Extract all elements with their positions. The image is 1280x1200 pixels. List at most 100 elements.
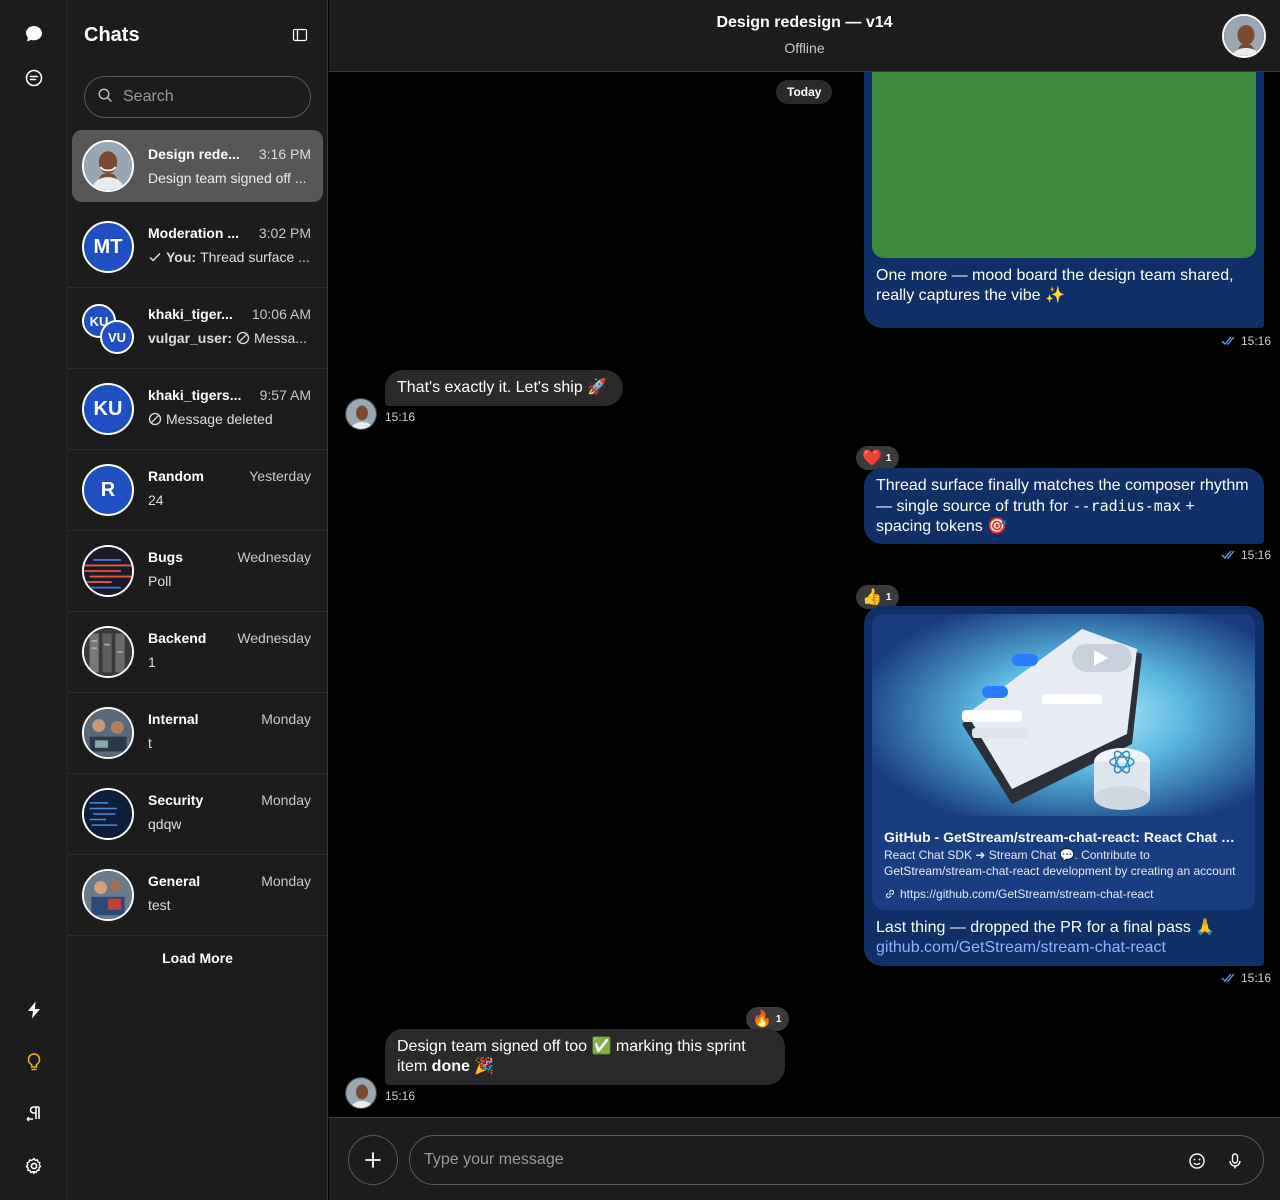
avatar <box>82 545 134 597</box>
threads-icon[interactable] <box>14 58 54 98</box>
channel-item-moderation[interactable]: MT Moderation ... 3:02 PM You: Thread su… <box>68 207 327 288</box>
channel-name: General <box>148 873 201 889</box>
message-incoming[interactable]: Design team signed off too ✅ marking thi… <box>385 1029 785 1085</box>
bolt-icon[interactable] <box>14 990 54 1030</box>
avatar-secondary: VU <box>100 320 134 354</box>
link-preview-card[interactable]: GitHub - GetStream/stream-chat-react: Re… <box>872 614 1255 910</box>
message-meta: 15:16 <box>1221 334 1271 348</box>
deleted-icon <box>148 412 162 426</box>
image-attachment[interactable] <box>872 72 1256 258</box>
channel-list: Chats Design rede... 3:16 PM Design team… <box>68 0 328 1200</box>
message-outgoing[interactable]: GitHub - GetStream/stream-chat-react: Re… <box>864 606 1264 966</box>
attach-button[interactable] <box>348 1135 398 1185</box>
load-more-button[interactable]: Load More <box>68 942 327 974</box>
message-list[interactable]: Today One more — mood board the design t… <box>329 72 1280 1117</box>
channel-item-security[interactable]: Security Monday qdqw <box>68 774 327 855</box>
channel-name: Design rede... <box>148 146 240 162</box>
channel-time: 9:57 AM <box>259 387 311 403</box>
channel-list-title: Chats <box>84 23 140 46</box>
lightbulb-icon[interactable] <box>14 1042 54 1082</box>
channel-time: Monday <box>261 711 311 727</box>
sidebar-toggle-icon[interactable] <box>288 23 312 47</box>
message-meta: 15:16 <box>1221 548 1271 562</box>
channel-preview: vulgar_user: Messa... <box>148 330 307 346</box>
message-text: Last thing — dropped the PR for a final … <box>876 918 1252 958</box>
avatar <box>82 788 134 840</box>
channel-item-random[interactable]: R Random Yesterday 24 <box>68 450 327 531</box>
channel-item-design-redesign[interactable]: Design rede... 3:16 PM Design team signe… <box>72 130 323 202</box>
link-icon <box>885 889 895 899</box>
text-direction-icon[interactable] <box>14 1094 54 1134</box>
chat-bubble-icon[interactable] <box>14 14 54 54</box>
channel-time: Monday <box>261 792 311 808</box>
channel-time: 10:06 AM <box>251 306 311 322</box>
channel-preview: t <box>148 735 152 751</box>
link-preview-description: React Chat SDK ➜ Stream Chat 💬. Contribu… <box>884 848 1236 878</box>
message-link[interactable]: github.com/GetStream/stream-chat-react <box>876 938 1252 958</box>
message-text: Design team signed off too ✅ marking thi… <box>397 1038 746 1075</box>
app-rail <box>0 0 68 1200</box>
avatar[interactable] <box>1222 14 1266 58</box>
channel-item-general[interactable]: General Monday test <box>68 855 327 936</box>
microphone-icon[interactable] <box>1223 1149 1247 1173</box>
avatar[interactable] <box>345 398 377 430</box>
avatar: MT <box>82 221 134 273</box>
channel-time: Yesterday <box>249 468 311 484</box>
channel-item-bugs[interactable]: Bugs Wednesday Poll <box>68 531 327 612</box>
message-outgoing[interactable]: Thread surface finally matches the compo… <box>864 468 1264 544</box>
chat-header: Design redesign — v14 Offline <box>329 0 1280 72</box>
message-input-box[interactable] <box>409 1135 1264 1185</box>
message-input[interactable] <box>424 1151 1164 1169</box>
reaction-badge[interactable]: 🔥 1 <box>746 1007 790 1031</box>
avatar: KU <box>82 383 134 435</box>
search-input[interactable] <box>123 88 293 106</box>
gear-icon[interactable] <box>14 1146 54 1186</box>
channel-name: Internal <box>148 711 199 727</box>
inline-code: --radius-max <box>1072 497 1181 515</box>
channel-name: khaki_tiger... <box>148 306 233 322</box>
channel-preview: 1 <box>148 654 156 670</box>
channel-name: Random <box>148 468 204 484</box>
channel-list-header: Chats <box>84 20 312 50</box>
channel-preview: Message deleted <box>148 411 310 427</box>
channel-name: Bugs <box>148 549 183 565</box>
avatar <box>82 707 134 759</box>
channel-preview: 24 <box>148 492 164 508</box>
link-preview-url[interactable]: https://github.com/GetStream/stream-chat… <box>884 884 1153 904</box>
double-check-icon <box>1221 336 1235 345</box>
emoji-icon[interactable] <box>1185 1149 1209 1173</box>
avatar: R <box>82 464 134 516</box>
channel-preview: test <box>148 897 171 913</box>
avatar <box>82 626 134 678</box>
channel-name: Moderation ... <box>148 225 239 241</box>
double-check-icon <box>1221 973 1235 982</box>
check-icon <box>149 252 161 262</box>
plus-icon <box>365 1152 381 1168</box>
message-text: Thread surface finally matches the compo… <box>876 477 1249 535</box>
link-preview-title[interactable]: GitHub - GetStream/stream-chat-react: Re… <box>884 827 1244 847</box>
search-icon <box>97 87 113 108</box>
channel-item-internal[interactable]: Internal Monday t <box>68 693 327 774</box>
avatar <box>82 869 134 921</box>
channel-name: Security <box>148 792 204 808</box>
avatar[interactable] <box>345 1077 377 1109</box>
channel-item-khaki-tiger-group[interactable]: KU VU khaki_tiger... 10:06 AM vulgar_use… <box>68 288 327 369</box>
message-incoming[interactable]: That's exactly it. Let's ship 🚀 <box>385 370 623 406</box>
channel-title: Design redesign — v14 <box>716 14 893 31</box>
channel-preview: Design team signed off ... <box>148 170 307 186</box>
message-text: One more — mood board the design team sh… <box>876 267 1234 304</box>
channel-preview: Poll <box>148 573 172 589</box>
search-box[interactable] <box>84 76 311 118</box>
message-time: 15:16 <box>385 410 416 424</box>
channel-item-khaki-tigers[interactable]: KU khaki_tigers... 9:57 AM Message delet… <box>68 369 327 450</box>
channel-time: 3:02 PM <box>258 225 311 241</box>
channel-time: Wednesday <box>237 630 311 646</box>
channel-name: khaki_tigers... <box>148 387 242 403</box>
channel-preview: qdqw <box>148 816 182 832</box>
channel-time: Monday <box>261 873 311 889</box>
channel-item-backend[interactable]: Backend Wednesday 1 <box>68 612 327 693</box>
reaction-badge[interactable]: ❤️ 1 <box>856 446 900 470</box>
avatar <box>82 140 134 192</box>
message-outgoing[interactable]: One more — mood board the design team sh… <box>864 72 1264 328</box>
message-composer <box>329 1117 1280 1200</box>
